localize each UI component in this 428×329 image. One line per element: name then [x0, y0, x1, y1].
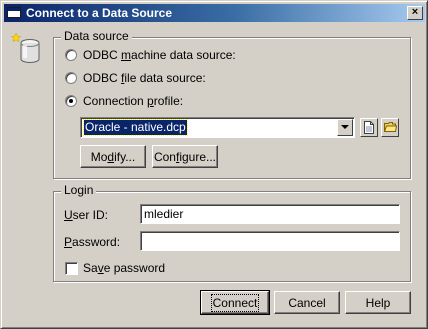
window-title: Connect to a Data Source [26, 6, 173, 20]
radio-connection-profile-label: Connection profile: [83, 94, 184, 108]
save-password-checkbox[interactable] [65, 262, 78, 275]
profile-combobox-value[interactable]: Oracle - native.dcp [83, 119, 188, 136]
configure-button-label: Configure... [153, 149, 217, 164]
folder-icon [384, 122, 397, 132]
cancel-button-label: Cancel [288, 295, 326, 310]
user-id-label: User ID: [64, 208, 109, 222]
save-password-label: Save password [83, 261, 166, 275]
password-input[interactable] [140, 231, 400, 251]
configure-button[interactable]: Configure... [152, 145, 218, 168]
login-group: Login User ID: Password: Save password [53, 183, 411, 282]
login-legend: Login [61, 183, 97, 197]
connect-button-label: Connect [210, 293, 260, 312]
database-icon [11, 32, 40, 63]
help-button-label: Help [365, 295, 391, 310]
radio-odbc-machine-label: ODBC machine data source: [83, 48, 236, 62]
profile-combobox[interactable]: Oracle - native.dcp [80, 117, 355, 138]
cancel-button[interactable]: Cancel [274, 291, 340, 314]
data-source-legend: Data source [61, 29, 132, 43]
radio-connection-profile-circle[interactable] [65, 95, 77, 107]
browse-profile-button[interactable] [381, 118, 399, 137]
modify-button-label: Modify... [90, 149, 136, 164]
connect-dialog: Connect to a Data Source × Data source O… [0, 0, 428, 329]
new-profile-button[interactable] [360, 118, 378, 137]
password-label: Password: [64, 235, 121, 249]
close-icon: × [411, 6, 419, 18]
title-bar[interactable]: Connect to a Data Source × [4, 4, 425, 22]
window-icon [7, 7, 21, 18]
new-document-icon [364, 121, 374, 134]
help-button[interactable]: Help [345, 291, 411, 314]
dropdown-arrow-icon[interactable] [337, 119, 353, 136]
radio-odbc-machine-circle[interactable] [65, 49, 77, 61]
radio-odbc-file-circle[interactable] [65, 72, 77, 84]
radio-odbc-file-label: ODBC file data source: [83, 71, 206, 85]
connect-button[interactable]: Connect [200, 290, 270, 315]
data-source-group: Data source ODBC machine data source: OD… [53, 29, 411, 179]
user-id-input[interactable] [140, 204, 400, 224]
close-button[interactable]: × [407, 6, 423, 20]
modify-button[interactable]: Modify... [80, 145, 146, 168]
